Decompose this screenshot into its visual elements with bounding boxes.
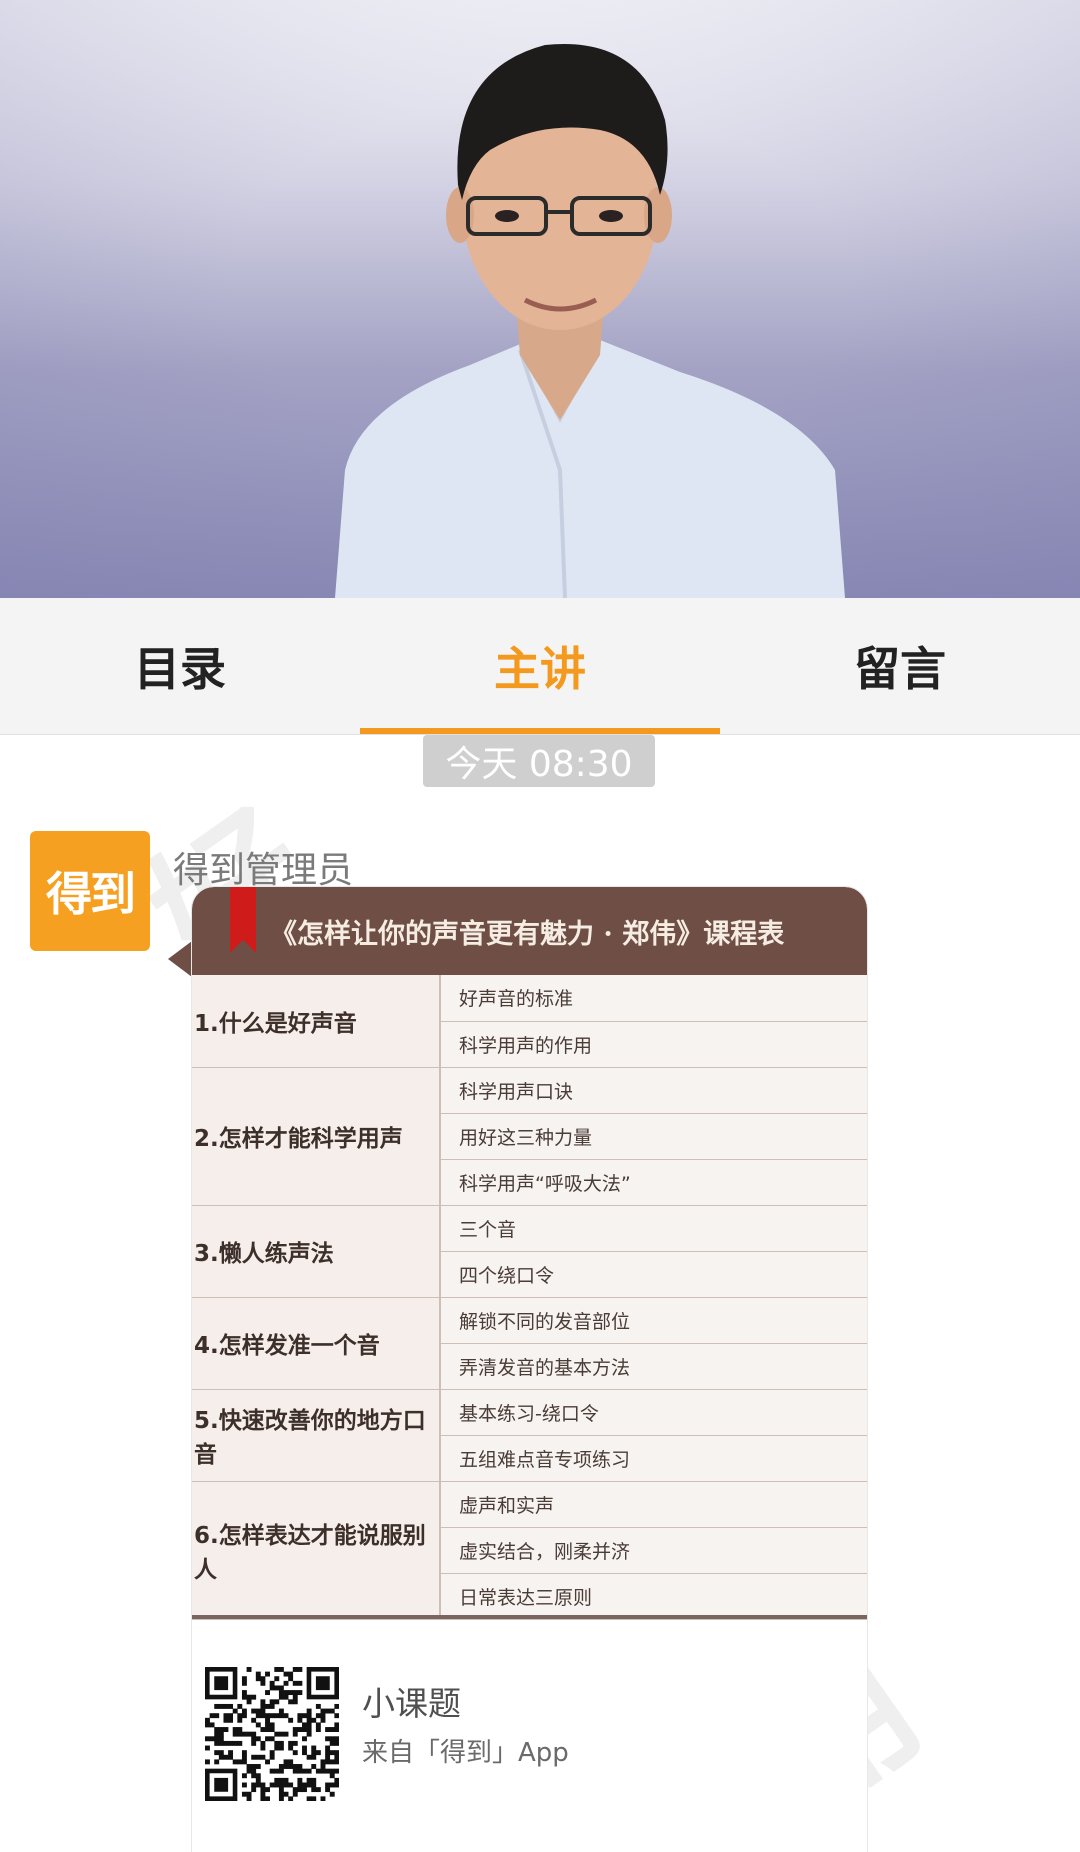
lesson-cell: 四个绕口令 <box>440 1251 867 1298</box>
lesson-cell: 用好这三种力量 <box>440 1113 867 1160</box>
card-divider <box>192 1615 867 1619</box>
lesson-cell: 三个音 <box>440 1205 867 1252</box>
tab-comments[interactable]: 留言 <box>720 598 1080 734</box>
card-header: 《怎样让你的声音更有魅力 · 郑伟》课程表 <box>192 887 867 975</box>
lesson-cell: 弄清发音的基本方法 <box>440 1343 867 1390</box>
card-footer-title: 小课题 <box>362 1684 461 1723</box>
tab-lecturer[interactable]: 主讲 <box>360 598 720 734</box>
table-row: 3.懒人练声法 三个音 <box>192 1205 867 1298</box>
sender-name: 得到管理员 <box>173 850 354 891</box>
tab-comments-label: 留言 <box>854 642 946 696</box>
table-row: 4.怎样发准一个音 解锁不同的发音部位 <box>192 1297 867 1390</box>
table-row: 1.什么是好声音 好声音的标准 <box>192 975 867 1068</box>
lesson-cell: 科学用声“呼吸大法” <box>440 1159 867 1206</box>
active-tab-indicator <box>360 728 720 734</box>
lesson-cell: 虚声和实声 <box>440 1481 867 1528</box>
lesson-cell: 基本练习-绕口令 <box>440 1389 867 1436</box>
lesson-cell: 虚实结合，刚柔并济 <box>440 1527 867 1574</box>
table-row: 2.怎样才能科学用声 科学用声口诀 <box>192 1067 867 1206</box>
course-table: 1.什么是好声音 好声音的标准 科学用声的作用 2.怎样才能科学用声 科学用声口诀 用好这… <box>192 975 867 1620</box>
course-schedule-card[interactable]: 《怎样让你的声音更有魅力 · 郑伟》课程表 1.什么是好声音 好声音的标准 科学用声… <box>192 887 867 1852</box>
chapter-cell: 5.快速改善你的地方口音 <box>192 1389 441 1482</box>
speaker-portrait-image <box>335 43 845 598</box>
tab-lecturer-label: 主讲 <box>494 642 586 696</box>
bubble-tail <box>168 941 192 977</box>
chapter-cell: 6.怎样表达才能说服别人 <box>192 1481 441 1620</box>
lesson-cell: 日常表达三原则 <box>440 1573 867 1620</box>
speaker-photo <box>0 0 1080 598</box>
message-timestamp: 今天 08:30 <box>423 735 655 787</box>
message-list[interactable]: 好 资料 商用 今天 08:30 得到 得到管理员 《怎样让你的声音更有魅力 ·… <box>0 735 1080 1852</box>
card-title: 《怎样让你的声音更有魅力 · 郑伟》课程表 <box>270 918 785 950</box>
tab-bar: 目录 主讲 留言 <box>0 598 1080 735</box>
bookmark-icon <box>230 887 256 953</box>
chapter-cell: 2.怎样才能科学用声 <box>192 1067 441 1206</box>
table-row: 5.快速改善你的地方口音 基本练习-绕口令 <box>192 1389 867 1482</box>
lesson-cell: 好声音的标准 <box>440 975 867 1022</box>
lesson-cell: 解锁不同的发音部位 <box>440 1297 867 1344</box>
chapter-cell: 3.懒人练声法 <box>192 1205 441 1298</box>
sender-avatar[interactable]: 得到 <box>30 831 150 951</box>
lesson-cell: 科学用声口诀 <box>440 1067 867 1114</box>
chapter-cell: 1.什么是好声音 <box>192 975 441 1068</box>
card-footer-subtitle: 来自「得到」App <box>362 1738 569 1768</box>
table-row: 6.怎样表达才能说服别人 虚声和实声 <box>192 1481 867 1620</box>
chapter-cell: 4.怎样发准一个音 <box>192 1297 441 1390</box>
lesson-cell: 五组难点音专项练习 <box>440 1435 867 1482</box>
tab-catalog[interactable]: 目录 <box>0 598 360 734</box>
qr-code-icon <box>205 1667 339 1801</box>
lesson-cell: 科学用声的作用 <box>440 1021 867 1068</box>
tab-catalog-label: 目录 <box>134 642 226 696</box>
